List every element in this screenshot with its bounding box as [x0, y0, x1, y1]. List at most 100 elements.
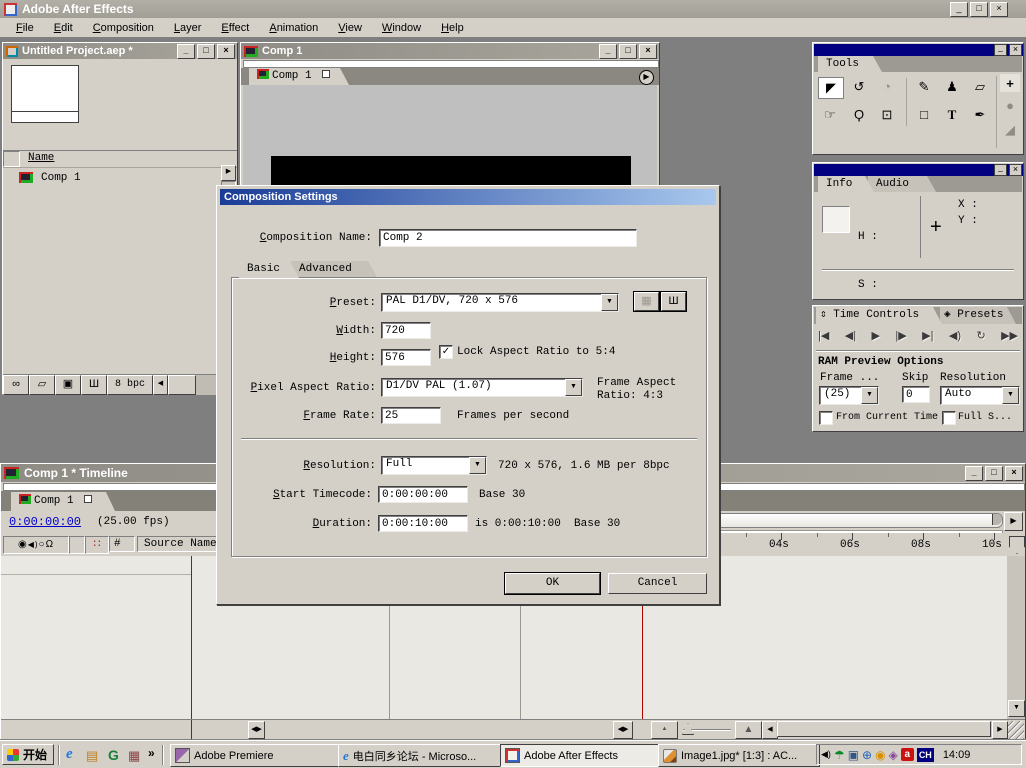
timeline-minimize-button[interactable]: _: [965, 466, 983, 481]
task-browser-forum[interactable]: e 电白同乡论坛 - Microso...: [338, 744, 504, 767]
vscroll-down-button[interactable]: ▼: [1008, 700, 1025, 717]
label-column-header[interactable]: [69, 536, 85, 554]
orbit-camera-tool[interactable]: ◔: [875, 77, 899, 97]
duration-input[interactable]: 0:00:10:00: [378, 515, 468, 532]
tab-advanced[interactable]: Advanced: [291, 261, 377, 277]
mask-rect-tool[interactable]: □: [912, 105, 936, 125]
parent-column-header[interactable]: ∷: [85, 536, 109, 554]
navigator-end-handle[interactable]: [992, 514, 1002, 525]
preset-select[interactable]: PAL D1/DV, 720 x 576 ▼: [381, 293, 619, 312]
eye-icon[interactable]: ◉: [18, 539, 28, 550]
lock-aspect-checkbox[interactable]: ✓: [439, 345, 453, 359]
tray-acdsee-icon[interactable]: a: [901, 748, 914, 761]
resolution-select[interactable]: Full ▼: [381, 456, 487, 475]
start-button[interactable]: 开始: [2, 744, 54, 765]
menu-layer[interactable]: Layer: [164, 20, 212, 36]
hscroll-track[interactable]: [776, 721, 992, 737]
delete-button[interactable]: Ш: [81, 375, 107, 395]
roi-tool[interactable]: ⊡: [875, 105, 899, 125]
zoom-tool[interactable]: Ϙ: [847, 105, 871, 125]
ram-frame-rate-arrow[interactable]: ▼: [861, 387, 878, 404]
hand-tool[interactable]: ☞: [818, 105, 842, 125]
from-current-time-checkbox[interactable]: [819, 411, 833, 425]
app-minimize-button[interactable]: _: [950, 2, 968, 17]
skip-input[interactable]: 0: [902, 386, 930, 403]
dialog-titlebar[interactable]: Composition Settings: [220, 189, 716, 205]
brush-tool[interactable]: ✎: [912, 77, 936, 97]
number-column-header[interactable]: #: [109, 536, 135, 552]
graph-splitter-handle[interactable]: ◀▶: [613, 721, 633, 739]
task-adobe-premiere[interactable]: Adobe Premiere: [170, 744, 342, 767]
info-palette-titlebar[interactable]: _ ×: [814, 164, 1023, 176]
cancel-button[interactable]: Cancel: [608, 573, 707, 594]
menu-effect[interactable]: Effect: [211, 20, 259, 36]
hscroll-right-button[interactable]: ▶: [992, 721, 1008, 739]
ram-frame-rate-select[interactable]: (25) ▼: [819, 386, 879, 405]
timeline-tab-close-box[interactable]: [84, 495, 92, 503]
timeline-vscroll[interactable]: ▼: [1007, 556, 1025, 719]
new-folder-button[interactable]: ▱: [29, 375, 55, 395]
delete-preset-button[interactable]: Ш: [661, 292, 686, 311]
new-composition-button[interactable]: ▣: [55, 375, 81, 395]
ram-preview-button[interactable]: ▶▶: [1001, 329, 1018, 342]
info-close-button[interactable]: ×: [1009, 164, 1022, 176]
comp-titlebar[interactable]: Comp 1 _ □ ×: [241, 43, 659, 59]
menu-help[interactable]: Help: [431, 20, 474, 36]
tray-umbrella-icon[interactable]: ☂: [834, 748, 845, 762]
zoom-out-button[interactable]: ▲: [651, 721, 678, 739]
project-scroll-right[interactable]: ▶: [221, 165, 236, 181]
menu-composition[interactable]: Composition: [83, 20, 164, 36]
selection-tool[interactable]: ◤: [818, 77, 844, 99]
quicklaunch-mail-icon[interactable]: ▤: [86, 748, 98, 764]
pan-behind-tool[interactable]: +: [1000, 74, 1020, 92]
task-after-effects[interactable]: Adobe After Effects: [500, 744, 662, 767]
panel-splitter-line[interactable]: [191, 556, 192, 719]
project-close-button[interactable]: ×: [217, 44, 235, 59]
timeline-close-button[interactable]: ×: [1005, 466, 1023, 481]
menu-edit[interactable]: Edit: [44, 20, 83, 36]
find-button[interactable]: ∞: [3, 375, 29, 395]
sphere-tool[interactable]: ●: [1000, 96, 1020, 114]
clone-stamp-tool[interactable]: ♟: [940, 77, 964, 97]
pixel-aspect-select[interactable]: D1/DV PAL (1.07) ▼: [381, 378, 583, 397]
tray-volume-icon[interactable]: ◀): [821, 749, 831, 760]
resize-grip[interactable]: [1008, 721, 1024, 739]
project-hscroll-left[interactable]: ◀: [153, 375, 168, 395]
loop-button[interactable]: ↻: [976, 329, 985, 342]
axis-tool[interactable]: ◢: [1000, 120, 1020, 138]
timeline-tab[interactable]: Comp 1: [11, 492, 115, 511]
tray-messenger-icon[interactable]: ◉: [875, 748, 885, 762]
tools-minimize-button[interactable]: _: [994, 44, 1007, 56]
current-timecode[interactable]: 0:00:00:00: [9, 515, 81, 529]
audio-button[interactable]: ◀): [949, 329, 961, 342]
next-frame-button[interactable]: |▶: [895, 329, 906, 342]
tools-close-button[interactable]: ×: [1009, 44, 1022, 56]
play-button[interactable]: ▶: [872, 329, 880, 342]
comp-tab[interactable]: Comp 1: [249, 68, 349, 85]
project-item-comp1[interactable]: Comp 1: [3, 169, 223, 186]
lock-icon[interactable]: Ω: [46, 539, 54, 550]
info-minimize-button[interactable]: _: [994, 164, 1007, 176]
quicklaunch-g-icon[interactable]: G: [108, 747, 119, 763]
tray-clock[interactable]: 14:09: [943, 749, 971, 761]
timeline-maximize-button[interactable]: □: [985, 466, 1003, 481]
audio-icon[interactable]: ◀): [28, 540, 39, 549]
project-minimize-button[interactable]: _: [177, 44, 195, 59]
tray-globe-icon[interactable]: ⊕: [862, 748, 872, 762]
comp-viewer-menu-button[interactable]: ▶: [639, 70, 654, 85]
task-image-viewer[interactable]: Image1.jpg* [1:3] : AC...: [658, 744, 820, 767]
tab-presets[interactable]: ◈ Presets: [940, 307, 1016, 324]
tray-network-icon[interactable]: ▣: [848, 748, 859, 762]
quicklaunch-ie-icon[interactable]: e: [66, 746, 73, 763]
last-frame-button[interactable]: ▶|: [922, 329, 933, 342]
tab-info[interactable]: Info: [818, 176, 874, 192]
bit-depth-button[interactable]: 8 bpc: [107, 375, 153, 395]
preset-arrow[interactable]: ▼: [601, 294, 618, 311]
resolution-arrow[interactable]: ▼: [469, 457, 486, 474]
project-hscroll-track[interactable]: [168, 375, 222, 395]
source-name-column-header[interactable]: Source Name: [137, 536, 217, 552]
start-timecode-input[interactable]: 0:00:00:00: [378, 486, 468, 503]
project-titlebar[interactable]: Untitled Project.aep * _ □ ×: [3, 43, 237, 59]
height-input[interactable]: 576: [381, 349, 431, 366]
ram-resolution-select[interactable]: Auto ▼: [940, 386, 1020, 405]
